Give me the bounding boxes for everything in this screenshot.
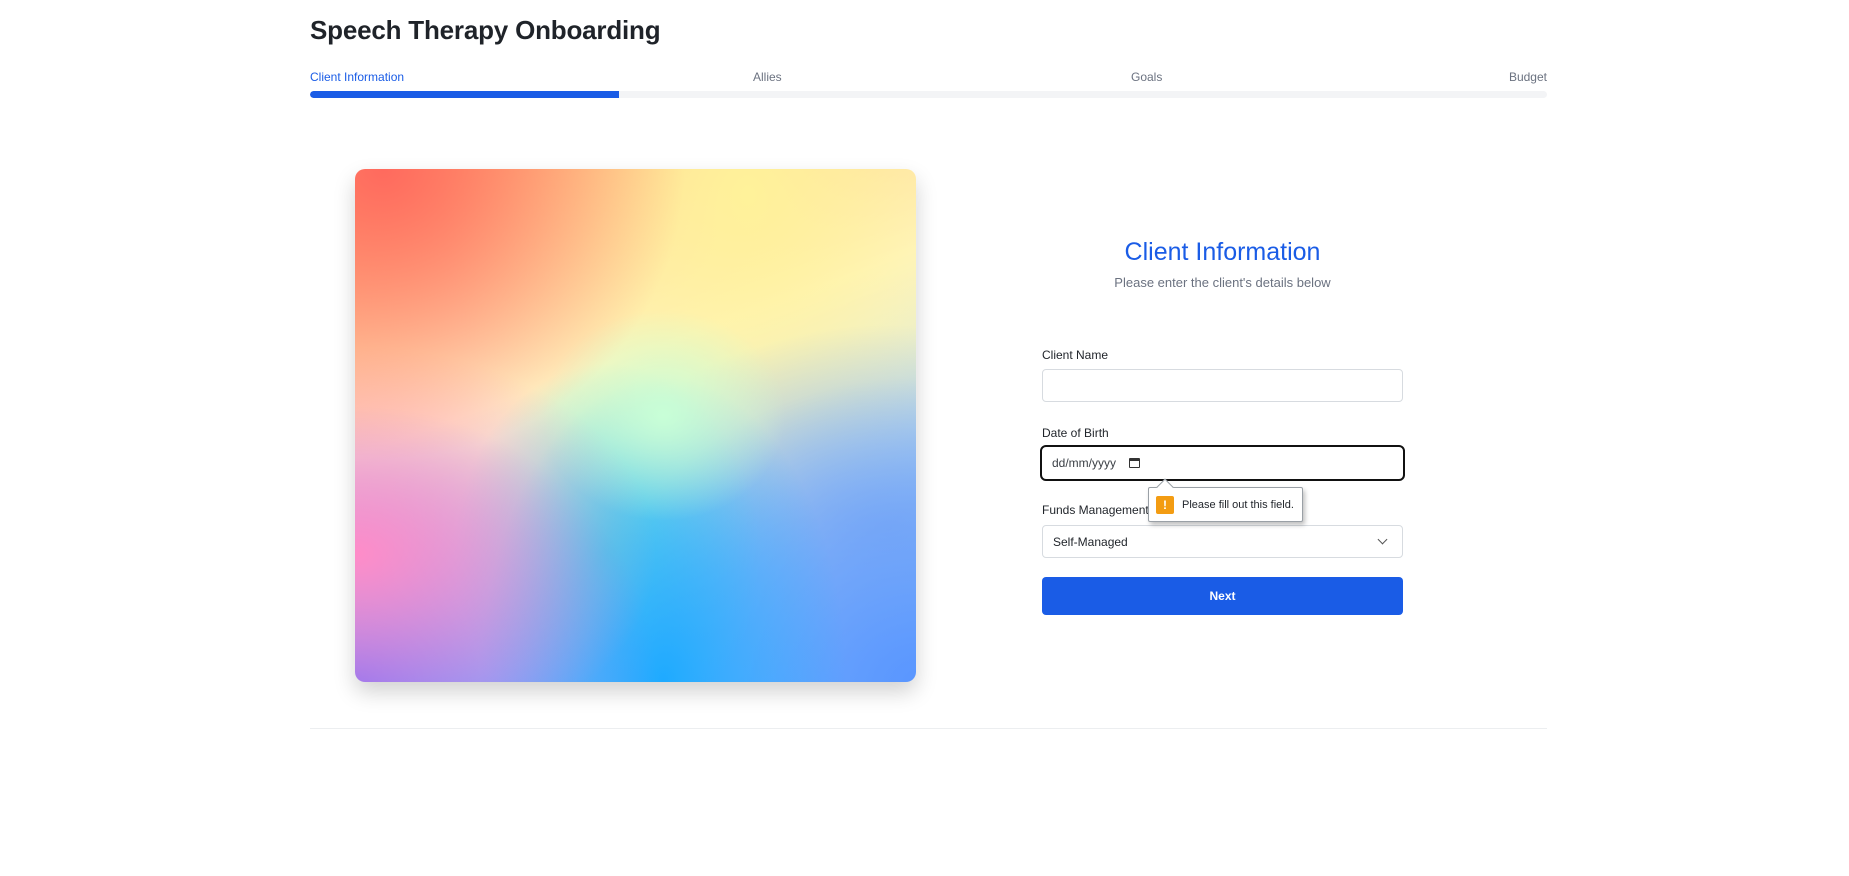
onboarding-page: Speech Therapy Onboarding Client Informa… bbox=[0, 0, 1849, 876]
form-subheading: Please enter the client's details below bbox=[1114, 275, 1331, 290]
funds-management-select[interactable]: Self-Managed bbox=[1042, 525, 1403, 558]
client-name-input[interactable] bbox=[1042, 369, 1403, 402]
validation-message: Please fill out this field. bbox=[1182, 498, 1294, 511]
step-budget[interactable]: Budget bbox=[1509, 70, 1547, 84]
progress-track bbox=[310, 91, 1547, 98]
client-name-label: Client Name bbox=[1042, 348, 1109, 362]
funds-management-label: Funds Management bbox=[1042, 503, 1149, 517]
progress-stepper: Client Information Allies Goals Budget bbox=[310, 70, 1547, 100]
step-goals[interactable]: Goals bbox=[1131, 70, 1162, 84]
footer-divider bbox=[310, 728, 1547, 729]
gradient-hero-image bbox=[355, 169, 916, 682]
form-heading: Client Information bbox=[1124, 238, 1321, 266]
warning-icon: ! bbox=[1156, 495, 1174, 514]
step-allies[interactable]: Allies bbox=[753, 70, 782, 84]
date-of-birth-label: Date of Birth bbox=[1042, 426, 1109, 440]
page-title: Speech Therapy Onboarding bbox=[310, 15, 661, 45]
funds-management-value: Self-Managed bbox=[1053, 534, 1128, 549]
date-placeholder: dd/mm/yyyy bbox=[1052, 456, 1117, 470]
calendar-icon[interactable] bbox=[1129, 458, 1141, 468]
chevron-down-icon bbox=[1377, 534, 1388, 545]
next-button[interactable]: Next bbox=[1042, 577, 1403, 615]
step-client-information[interactable]: Client Information bbox=[310, 70, 404, 84]
progress-fill bbox=[310, 91, 620, 98]
validation-tooltip: ! Please fill out this field. bbox=[1148, 487, 1303, 522]
date-of-birth-input[interactable]: dd/mm/yyyy bbox=[1040, 445, 1405, 481]
